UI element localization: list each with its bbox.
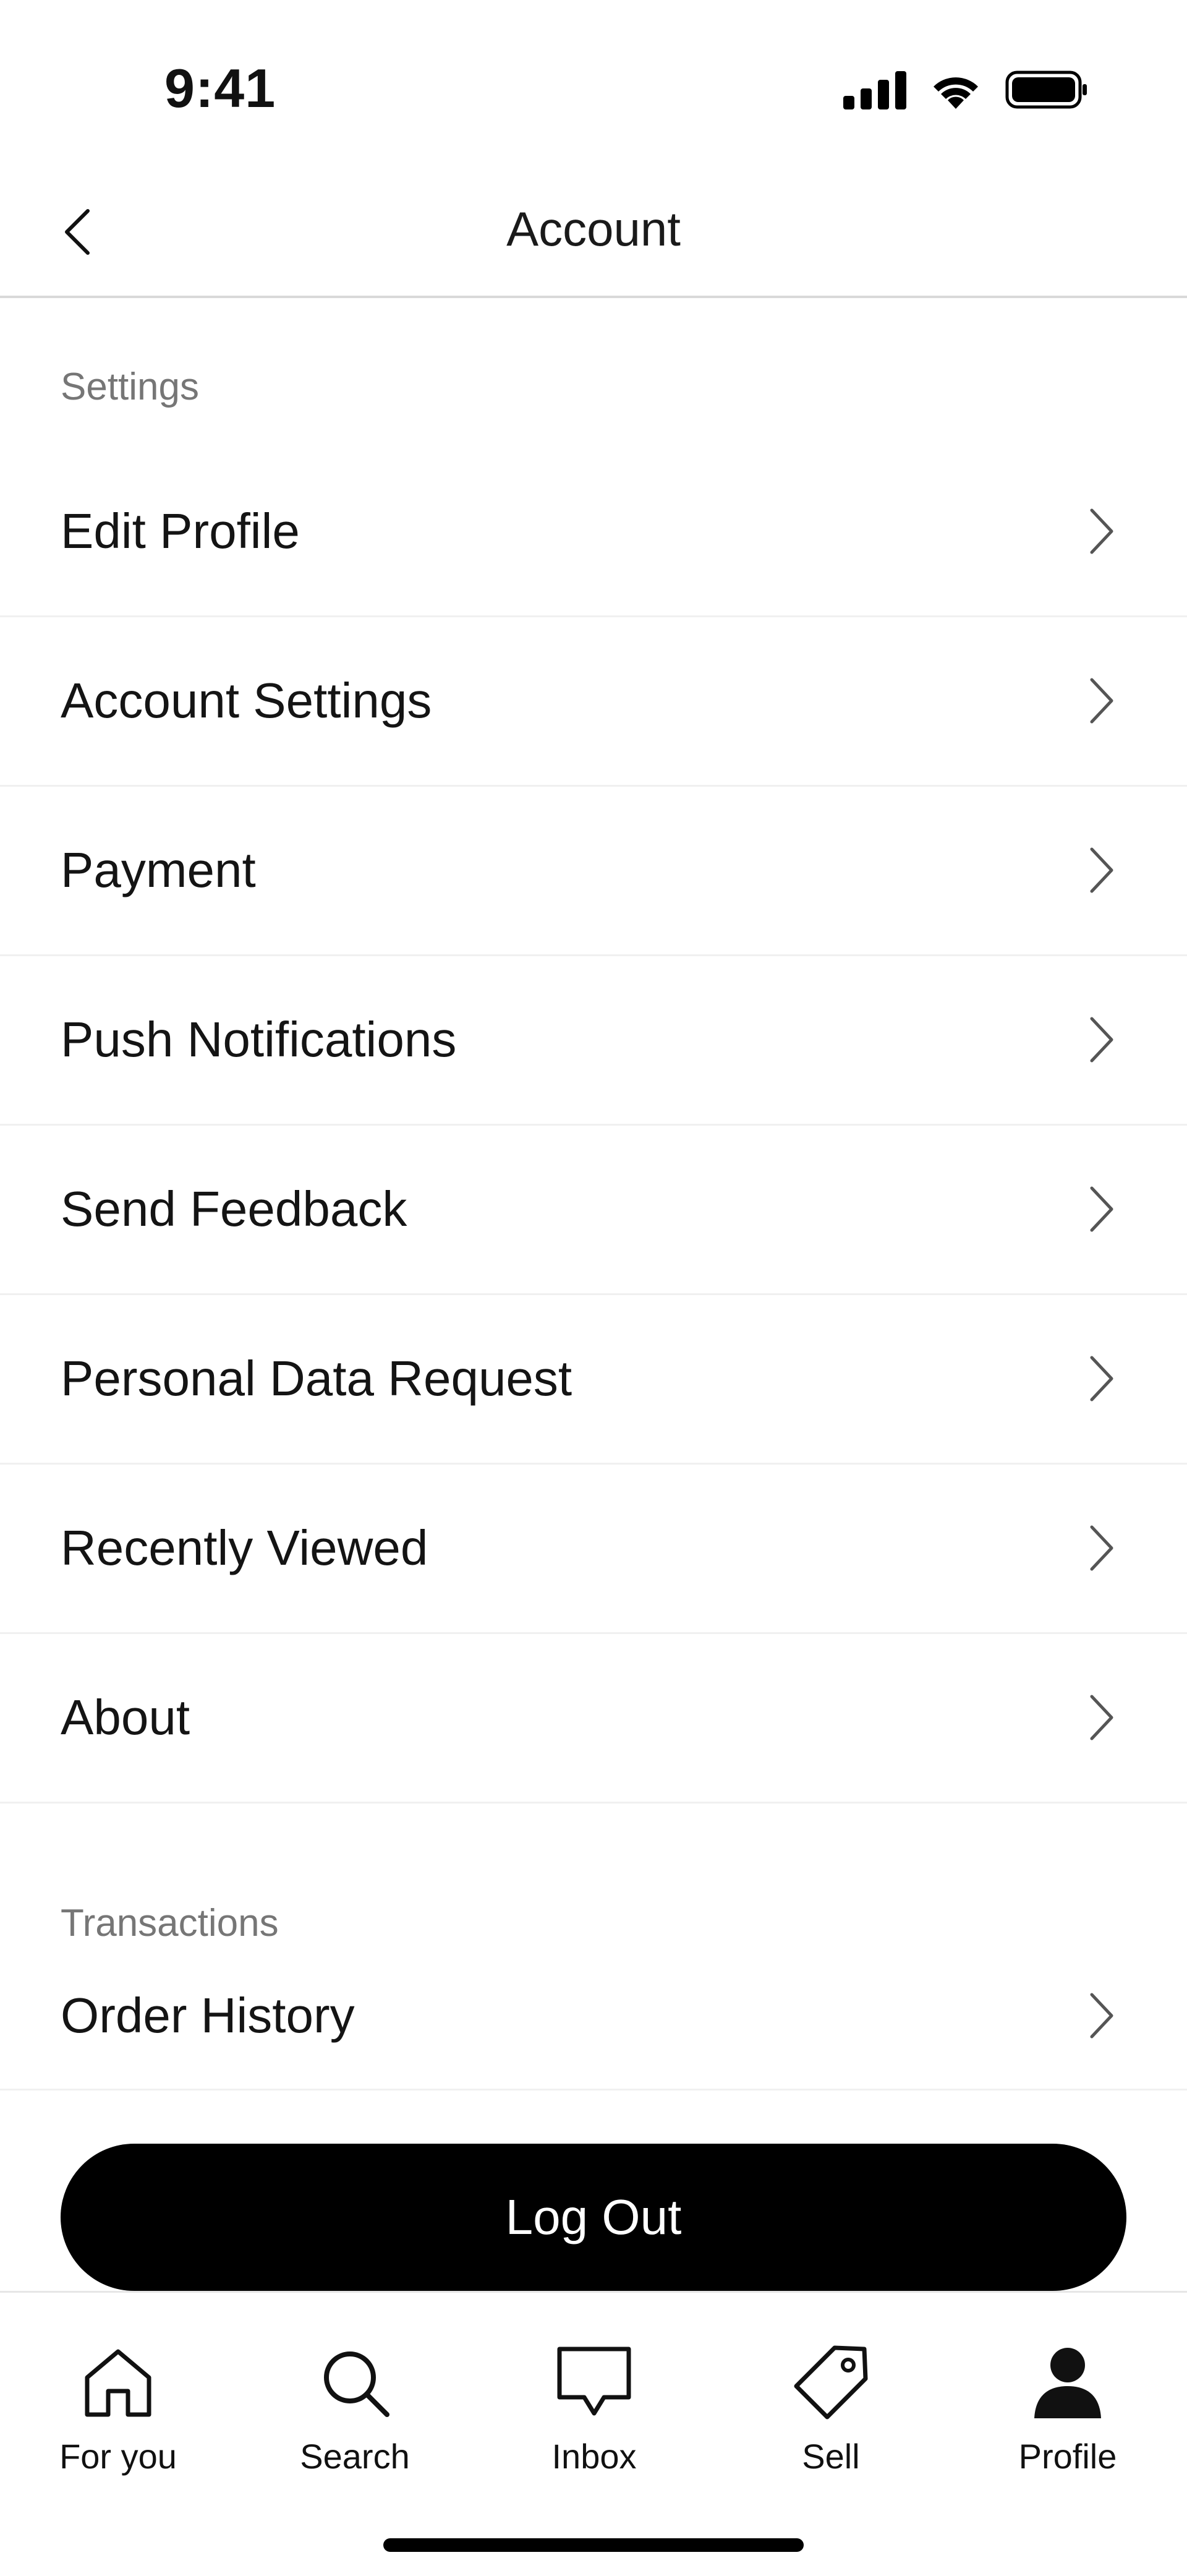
inbox-icon bbox=[554, 2342, 634, 2423]
tab-sell[interactable]: Sell bbox=[738, 2342, 924, 2476]
search-icon bbox=[315, 2342, 395, 2423]
menu-item-payment[interactable]: Payment bbox=[0, 786, 1187, 956]
chevron-right-icon bbox=[1090, 1525, 1113, 1571]
menu-item-label: Account Settings bbox=[61, 673, 432, 728]
wifi-icon bbox=[929, 69, 983, 110]
logout-button[interactable]: Log Out bbox=[61, 2144, 1126, 2291]
tab-label: Inbox bbox=[551, 2437, 637, 2476]
menu-item-order-history[interactable]: Order History bbox=[0, 1943, 1187, 2090]
menu-item-label: Payment bbox=[61, 842, 256, 897]
tab-inbox[interactable]: Inbox bbox=[501, 2342, 687, 2476]
menu-item-label: Personal Data Request bbox=[61, 1351, 572, 1406]
transactions-section-label: Transactions bbox=[61, 1902, 279, 1945]
chevron-right-icon bbox=[1090, 1356, 1113, 1401]
navigation-bar: Account bbox=[0, 167, 1187, 298]
home-indicator bbox=[383, 2538, 804, 2552]
menu-item-edit-profile[interactable]: Edit Profile bbox=[0, 447, 1187, 617]
menu-item-label: About bbox=[61, 1690, 190, 1745]
tab-label: Sell bbox=[802, 2437, 860, 2476]
menu-item-push-notifications[interactable]: Push Notifications bbox=[0, 956, 1187, 1126]
status-time: 9:41 bbox=[164, 58, 276, 119]
chevron-right-icon bbox=[1090, 678, 1113, 724]
menu-item-account-settings[interactable]: Account Settings bbox=[0, 617, 1187, 787]
tab-profile[interactable]: Profile bbox=[975, 2342, 1160, 2476]
status-bar: 9:41 bbox=[0, 0, 1187, 167]
menu-item-label: Order History bbox=[61, 1988, 355, 2043]
menu-item-label: Send Feedback bbox=[61, 1181, 407, 1236]
chevron-right-icon bbox=[1090, 1186, 1113, 1232]
profile-icon bbox=[1027, 2342, 1108, 2423]
menu-item-send-feedback[interactable]: Send Feedback bbox=[0, 1125, 1187, 1295]
home-icon bbox=[78, 2342, 158, 2423]
tab-search[interactable]: Search bbox=[262, 2342, 448, 2476]
menu-item-label: Push Notifications bbox=[61, 1012, 457, 1067]
status-icons bbox=[843, 68, 1088, 111]
menu-item-label: Edit Profile bbox=[61, 503, 300, 558]
menu-item-personal-data-request[interactable]: Personal Data Request bbox=[0, 1294, 1187, 1465]
tag-icon bbox=[791, 2342, 871, 2423]
chevron-right-icon bbox=[1090, 1993, 1113, 2039]
page-title: Account bbox=[506, 202, 681, 256]
tab-label: For you bbox=[59, 2437, 177, 2476]
chevron-right-icon bbox=[1090, 1017, 1113, 1063]
battery-icon bbox=[1005, 69, 1088, 110]
settings-section-label: Settings bbox=[61, 366, 200, 408]
chevron-right-icon bbox=[1090, 508, 1113, 554]
chevron-right-icon bbox=[1090, 1695, 1113, 1740]
menu-item-label: Recently Viewed bbox=[61, 1520, 428, 1575]
tab-for-you[interactable]: For you bbox=[25, 2342, 211, 2476]
cellular-signal-icon bbox=[843, 70, 906, 109]
tab-label: Search bbox=[300, 2437, 410, 2476]
menu-item-recently-viewed[interactable]: Recently Viewed bbox=[0, 1464, 1187, 1634]
menu-item-about[interactable]: About bbox=[0, 1633, 1187, 1804]
chevron-right-icon bbox=[1090, 847, 1113, 893]
tab-bar: For you Search Inbox Sell Profile bbox=[0, 2291, 1187, 2576]
tab-label: Profile bbox=[1018, 2437, 1117, 2476]
